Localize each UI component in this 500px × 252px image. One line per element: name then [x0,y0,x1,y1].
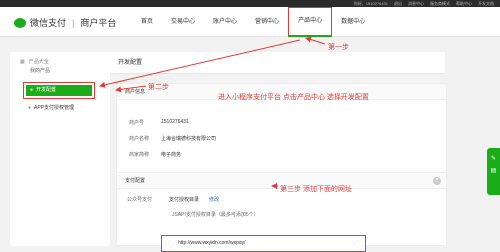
annotation-arrows [99,36,326,189]
arrow-step2 [99,39,301,88]
arrow-step1 [305,36,326,45]
arrow-step2b [115,85,147,93]
